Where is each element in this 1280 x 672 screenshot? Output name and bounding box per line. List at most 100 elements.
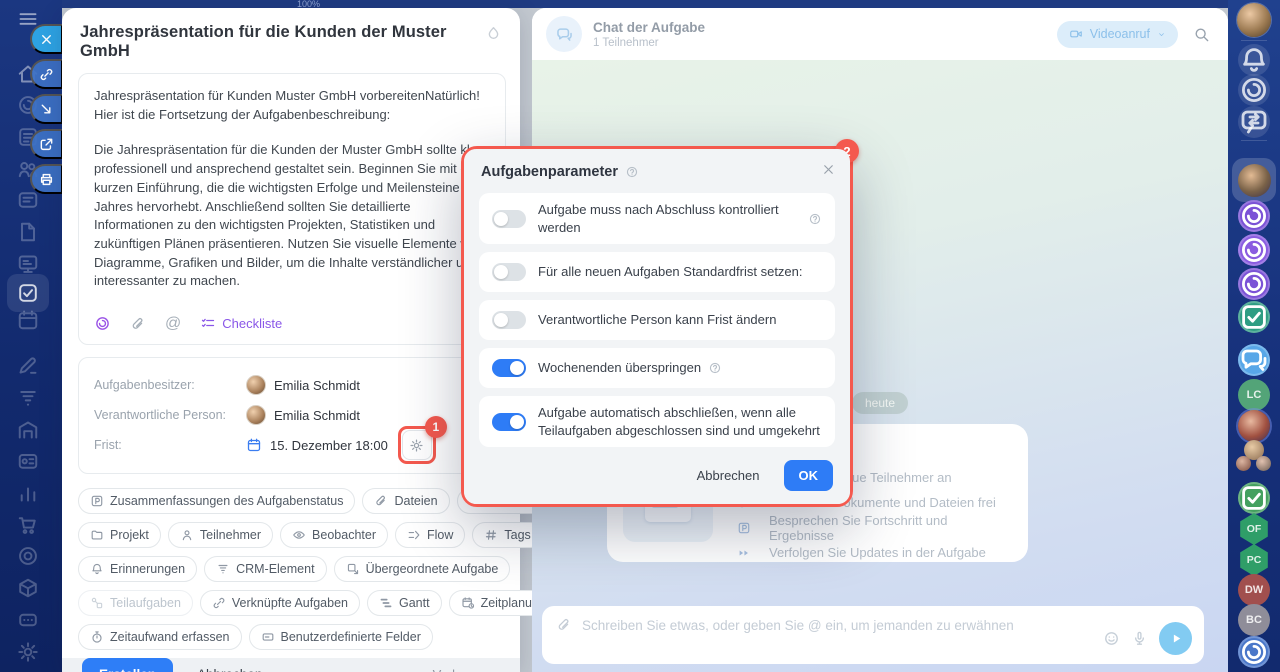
deadline-value[interactable]: 15. Dezember 18:00 — [246, 437, 388, 453]
task-chat-item[interactable] — [1238, 482, 1270, 514]
toggle-on[interactable] — [492, 412, 526, 431]
create-task-button[interactable]: Erstellen — [82, 658, 174, 672]
parameter-row: Aufgabe muss nach Abschluss kontrolliert… — [479, 193, 835, 245]
chip-teilnehmer[interactable]: Teilnehmer — [167, 522, 274, 549]
send-message-button[interactable] — [1159, 622, 1192, 655]
group-chat-avatar[interactable] — [1236, 440, 1272, 476]
linkic-icon — [212, 596, 226, 610]
task-title[interactable]: Jahrespräsentation für die Kunden der Mu… — [80, 23, 485, 61]
chat-input-box[interactable]: Schreiben Sie etwas, oder geben Sie @ ei… — [542, 606, 1204, 664]
chat-input-placeholder: Schreiben Sie etwas, oder geben Sie @ ei… — [582, 617, 1014, 633]
help-icon[interactable] — [625, 165, 639, 179]
sidebar-tcheck-icon[interactable] — [16, 281, 40, 305]
chip-erinnerungen[interactable]: Erinnerungen — [78, 556, 198, 583]
toggle-off[interactable] — [492, 263, 526, 282]
copilot-button[interactable] — [1238, 74, 1270, 106]
sidebar-warehouse-icon[interactable] — [16, 418, 40, 442]
close-slider-button[interactable] — [30, 24, 63, 54]
attach-file-icon[interactable] — [556, 617, 572, 633]
help-icon[interactable] — [808, 212, 822, 226]
copilot-chat-item[interactable] — [1238, 200, 1270, 232]
help-icon[interactable] — [708, 361, 722, 375]
toggle-off[interactable] — [492, 311, 526, 330]
linkic-icon — [39, 67, 54, 82]
cancel-task-button[interactable]: Abbrechen — [197, 667, 262, 672]
templates-dropdown[interactable]: Vorlagen — [433, 667, 500, 672]
group-chat-item[interactable] — [1238, 344, 1270, 376]
welcome-list-item: Verfolgen Sie Updates in der Aufgabe — [737, 540, 1010, 565]
divider — [1241, 40, 1267, 41]
chip-benutzerdefinierte-felder[interactable]: Benutzerdefinierte Felder — [248, 624, 433, 651]
chip-übergeordnete-aufgabe[interactable]: Übergeordnete Aufgabe — [333, 556, 511, 583]
mention-icon[interactable]: @ — [165, 315, 181, 332]
chat-item-of[interactable]: OF — [1239, 513, 1269, 545]
modal-cancel-button[interactable]: Abbrechen — [697, 468, 760, 483]
copilot-chat-item[interactable] — [1238, 234, 1270, 266]
user-chat-avatar[interactable] — [1238, 410, 1270, 442]
chat-item-lc[interactable]: LC — [1238, 379, 1270, 411]
emoji-icon[interactable] — [1103, 630, 1120, 647]
task-parameters-modal: 2 Aufgabenparameter Aufgabe muss nach Ab… — [461, 139, 859, 508]
owner-avatar — [246, 375, 266, 396]
chat-item-bc[interactable]: BC — [1238, 604, 1270, 636]
checklist-button[interactable]: Checkliste — [200, 316, 282, 332]
task-chat-item[interactable] — [1238, 301, 1270, 333]
sidebar-doc-icon[interactable] — [16, 220, 40, 244]
responsible-value[interactable]: Emilia Schmidt — [246, 405, 360, 426]
attach-file-icon[interactable] — [130, 316, 146, 332]
sidebar-cart-icon[interactable] — [16, 513, 40, 537]
chatsync-icon — [1238, 106, 1270, 138]
task-footer: Erstellen Abbrechen Vorlagen — [62, 658, 520, 672]
print-button[interactable] — [30, 164, 63, 194]
close-icon[interactable] — [821, 162, 836, 177]
priority-flame-icon[interactable] — [485, 25, 502, 47]
owner-value[interactable]: Emilia Schmidt — [246, 375, 360, 396]
sidebar-chart-icon[interactable] — [16, 481, 40, 505]
chip-teilaufgaben[interactable]: Teilaufgaben — [78, 590, 193, 617]
chip-beobachter[interactable]: Beobachter — [280, 522, 388, 549]
gear-icon — [409, 438, 424, 453]
active-chat-avatar[interactable] — [1232, 158, 1276, 202]
chip-verknüpfte-aufgaben[interactable]: Verknüpfte Aufgaben — [199, 590, 360, 617]
psquare-icon — [737, 521, 760, 535]
profile-avatar[interactable] — [1237, 3, 1271, 37]
notifications-button[interactable] — [1238, 44, 1270, 76]
annotation-step1-badge: 1 — [424, 416, 447, 439]
chip-projekt[interactable]: Projekt — [78, 522, 161, 549]
video-call-button[interactable]: Videoanruf — [1056, 20, 1178, 48]
sidebar-box-icon[interactable] — [16, 576, 40, 600]
description-paragraph: Jahrespräsentation für Kunden Muster Gmb… — [94, 88, 480, 122]
fields-icon — [261, 630, 275, 644]
toggle-on[interactable] — [492, 359, 526, 378]
chip-flow[interactable]: Flow — [394, 522, 466, 549]
copilot-icon — [1238, 200, 1270, 232]
sidebar-funnel-icon[interactable] — [16, 386, 40, 410]
sidebar-calendar-icon[interactable] — [16, 308, 40, 332]
search-icon[interactable] — [1193, 26, 1210, 43]
sidebar-pen-icon[interactable] — [16, 353, 40, 377]
chip-zusammenfassungen-des-aufgabenstatus[interactable]: Zusammenfassungen des Aufgabenstatus — [78, 488, 356, 515]
toggle-off[interactable] — [492, 209, 526, 228]
sidebar-devops-icon[interactable] — [16, 608, 40, 632]
modal-ok-button[interactable]: OK — [783, 460, 833, 492]
microphone-icon[interactable] — [1131, 630, 1148, 647]
open-new-window-button[interactable] — [30, 129, 63, 159]
sidebar-board-icon[interactable] — [16, 252, 40, 276]
copilot-chat-item[interactable] — [1238, 268, 1270, 300]
messenger-button[interactable] — [1238, 106, 1270, 138]
minimize-button[interactable] — [30, 94, 63, 124]
copilot-icon[interactable] — [94, 315, 111, 332]
chat-item-partial[interactable] — [1238, 636, 1270, 668]
chip-crm-element[interactable]: CRM-Element — [204, 556, 327, 583]
chip-zeitaufwand-erfassen[interactable]: Zeitaufwand erfassen — [78, 624, 242, 651]
chip-gantt[interactable]: Gantt — [366, 590, 442, 617]
task-description-editor[interactable]: Jahrespräsentation für Kunden Muster Gmb… — [78, 73, 506, 346]
chat-item-dw[interactable]: DW — [1238, 574, 1270, 606]
editor-toolbar: @ Checkliste — [94, 315, 490, 332]
chip-dateien[interactable]: Dateien — [362, 488, 450, 515]
sidebar-marketing-icon[interactable] — [16, 449, 40, 473]
sidebar-gear-icon[interactable] — [16, 640, 40, 664]
copy-link-button[interactable] — [30, 59, 63, 89]
chat-item-pc[interactable]: PC — [1239, 544, 1269, 576]
sidebar-target-icon[interactable] — [16, 544, 40, 568]
